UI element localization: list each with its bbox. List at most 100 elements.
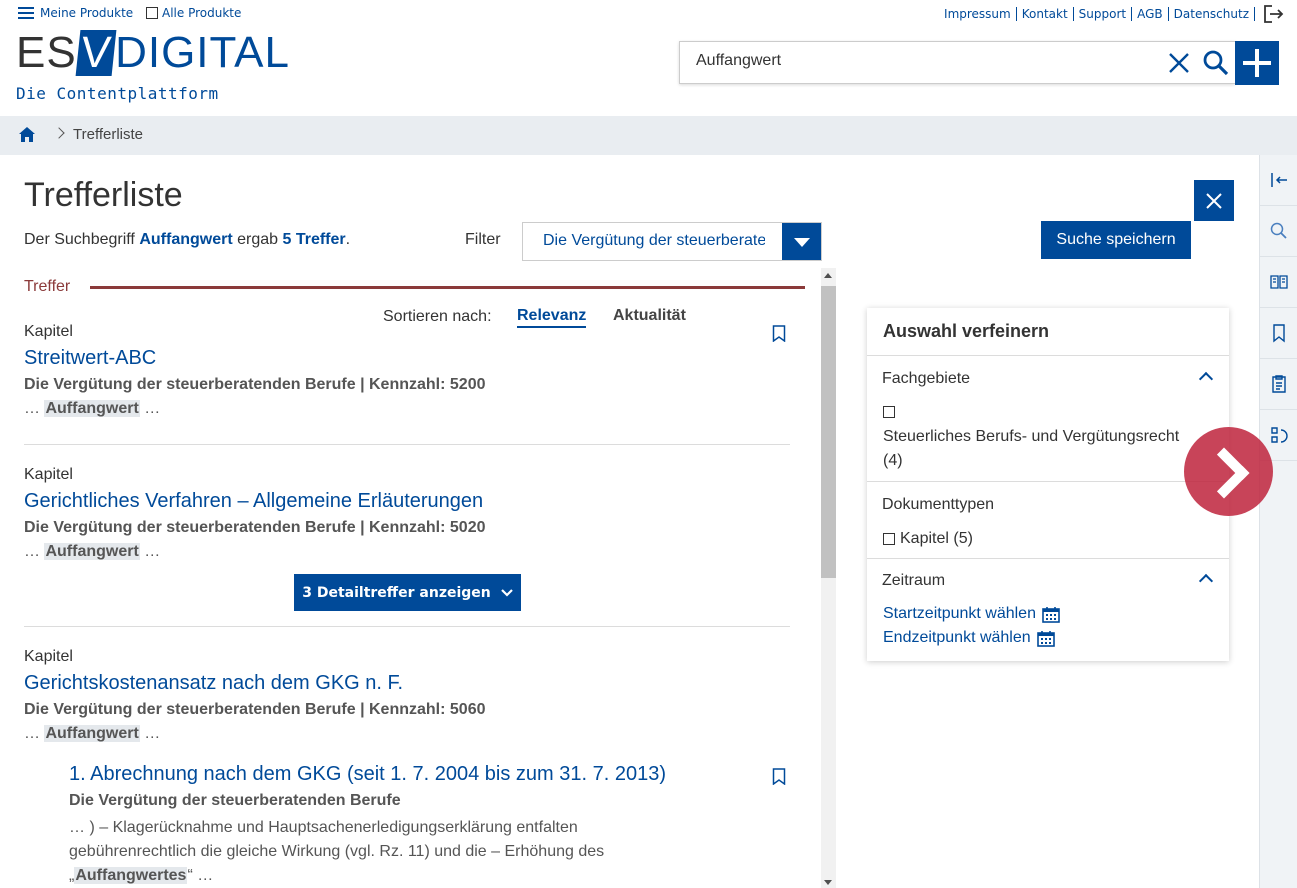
sidebar-search-button[interactable]	[1260, 206, 1297, 257]
search-input[interactable]	[696, 52, 1156, 70]
snippet-line-1: … ) – Klagerücknahme und Hauptsachenerle…	[69, 819, 578, 836]
result-snippet: … Auffangwert …	[24, 725, 485, 743]
fachgebiete-title[interactable]: Fachgebiete	[882, 370, 970, 388]
sub-result-item: 1. Abrechnung nach dem GKG (seit 1. 7. 2…	[69, 763, 769, 888]
dokumenttypen-title[interactable]: Dokumenttypen	[882, 496, 994, 514]
result-title[interactable]: Gerichtskostenansatz nach dem GKG n. F.	[24, 672, 485, 695]
impressum-link[interactable]: Impressum	[944, 7, 1017, 21]
filter-select[interactable]: Die Vergütung der steuerberatenden Beruf…	[522, 222, 822, 261]
sort-aktualitaet[interactable]: Aktualität	[613, 307, 686, 325]
snippet-pre: …	[24, 543, 40, 560]
logo-v: V	[75, 28, 117, 77]
history-icon	[1271, 427, 1288, 443]
zeitraum-title[interactable]: Zeitraum	[882, 572, 945, 590]
count-hits: 5 Treffer	[282, 231, 346, 248]
start-date-link[interactable]: Startzeitpunkt wählen	[883, 605, 1060, 623]
clear-search-icon[interactable]	[1166, 50, 1192, 76]
bookmark-icon	[1273, 324, 1285, 343]
refine-panel: Auswahl verfeinern Fachgebiete Steuerlic…	[867, 308, 1229, 661]
result-title[interactable]: Gerichtliches Verfahren – Allgemeine Erl…	[24, 490, 485, 513]
scroll-up-icon[interactable]	[824, 273, 832, 278]
logo-esv: ES	[16, 28, 77, 77]
result-snippet: … Auffangwert …	[24, 543, 485, 561]
scrollbar-thumb[interactable]	[821, 286, 836, 578]
chevron-up-icon[interactable]	[1198, 573, 1214, 589]
meine-produkte-link[interactable]: Meine Produkte	[18, 6, 133, 20]
detail-hits-button[interactable]: 3 Detailtreffer anzeigen	[294, 574, 521, 611]
results-scrollbar[interactable]	[821, 268, 836, 888]
datenschutz-link[interactable]: Datenschutz	[1169, 7, 1255, 21]
sub-result-title[interactable]: 1. Abrechnung nach dem GKG (seit 1. 7. 2…	[69, 763, 769, 786]
sidebar-book-button[interactable]	[1260, 257, 1297, 308]
refine-section-dokumenttypen: Dokumenttypen Kapitel (5)	[867, 482, 1229, 559]
refine-title: Auswahl verfeinern	[867, 308, 1229, 356]
start-date-label: Startzeitpunkt wählen	[883, 605, 1036, 622]
sort-relevanz[interactable]: Relevanz	[517, 307, 587, 328]
count-end: .	[345, 231, 351, 248]
home-icon[interactable]	[18, 126, 36, 143]
right-sidebar	[1259, 155, 1297, 888]
result-item: Kapitel Streitwert-ABC Die Vergütung der…	[24, 323, 485, 418]
snippet-line-3: „Auffangwertes“ …	[69, 864, 769, 888]
bookmark-icon[interactable]	[772, 768, 786, 785]
count-mid: ergab	[237, 231, 279, 248]
dokumenttyp-checkbox[interactable]	[883, 533, 895, 545]
scroll-down-icon[interactable]	[824, 880, 832, 885]
next-arrow-button[interactable]	[1184, 427, 1273, 516]
sub-result-snippet: … ) – Klagerücknahme und Hauptsachenerle…	[69, 816, 769, 888]
alle-produkte-checkbox[interactable]: Alle Produkte	[146, 6, 241, 20]
chevron-down-icon	[500, 588, 513, 597]
filter-value: Die Vergütung der steuerberatenden Beruf…	[543, 232, 765, 249]
result-meta: Die Vergütung der steuerberatenden Beruf…	[24, 376, 486, 393]
end-date-label: Endzeitpunkt wählen	[883, 629, 1031, 646]
kontakt-link[interactable]: Kontakt	[1017, 7, 1074, 21]
dokumenttyp-option-label: Kapitel (5)	[900, 530, 973, 547]
support-link[interactable]: Support	[1074, 7, 1133, 21]
search-box	[679, 41, 1235, 84]
result-divider	[24, 444, 790, 445]
snippet-highlight: Auffangwertes	[74, 867, 188, 884]
detail-hits-label: 3 Detailtreffer anzeigen	[302, 584, 491, 601]
result-count: Der Suchbegriff Auffangwert ergab 5 Tref…	[24, 231, 350, 249]
snippet-post: …	[144, 400, 161, 417]
search-icon	[1270, 222, 1287, 239]
page-title: Trefferliste	[24, 176, 183, 214]
close-icon	[1206, 193, 1222, 209]
close-button[interactable]	[1194, 180, 1234, 221]
refine-section-zeitraum: Zeitraum Startzeitpunkt wählen Endzeitpu…	[867, 559, 1229, 661]
agb-link[interactable]: AGB	[1132, 7, 1169, 21]
snippet-highlight: Auffangwert	[44, 400, 140, 417]
bookmark-icon[interactable]	[772, 325, 786, 342]
add-plus-button[interactable]	[1235, 41, 1279, 85]
logo-digital: DIGITAL	[115, 28, 290, 77]
sidebar-bookmark-button[interactable]	[1260, 308, 1297, 359]
clipboard-icon	[1272, 375, 1286, 393]
book-icon	[1270, 275, 1288, 289]
esv-digital-logo[interactable]: ES V DIGITAL Die Contentplattform	[16, 28, 290, 103]
fachgebiet-option-count: (4)	[883, 452, 903, 469]
result-type: Kapitel	[24, 648, 73, 665]
top-bar: Meine Produkte Alle Produkte Impressum K…	[0, 0, 1297, 116]
top-links: Impressum Kontakt Support AGB Datenschut…	[944, 4, 1285, 24]
collapse-panel-icon	[1271, 173, 1287, 187]
alle-produkte-label: Alle Produkte	[162, 6, 242, 20]
search-icon[interactable]	[1202, 49, 1230, 77]
fachgebiet-option-label: Steuerliches Berufs- und Vergütungsrecht	[883, 428, 1180, 445]
save-search-button[interactable]: Suche speichern	[1041, 221, 1191, 259]
result-divider	[24, 626, 790, 627]
result-meta: Die Vergütung der steuerberatenden Beruf…	[24, 519, 486, 536]
sidebar-collapse-button[interactable]	[1260, 155, 1297, 206]
result-title[interactable]: Streitwert-ABC	[24, 347, 485, 370]
calendar-icon	[1036, 630, 1055, 647]
fachgebiet-checkbox[interactable]	[883, 406, 895, 418]
breadcrumb: Trefferliste	[0, 116, 1297, 155]
filter-label: Filter	[465, 231, 501, 248]
result-meta: Die Vergütung der steuerberatenden Beruf…	[24, 701, 486, 718]
sidebar-clipboard-button[interactable]	[1260, 359, 1297, 410]
logout-icon[interactable]	[1263, 4, 1285, 24]
end-date-link[interactable]: Endzeitpunkt wählen	[883, 629, 1055, 647]
meine-produkte-label: Meine Produkte	[40, 6, 134, 20]
chevron-up-icon[interactable]	[1198, 371, 1214, 387]
snippet-highlight: Auffangwert	[44, 543, 140, 560]
chevron-right-icon	[53, 127, 65, 139]
